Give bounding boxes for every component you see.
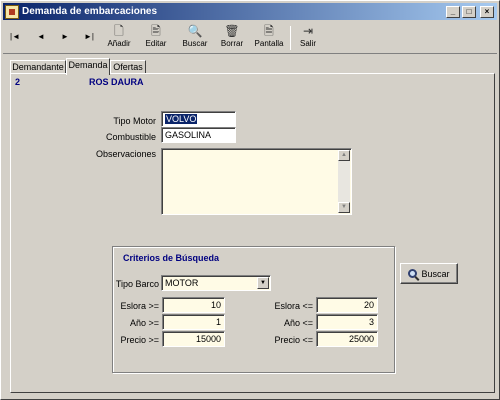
- combustible-label: Combustible: [105, 132, 156, 142]
- add-button[interactable]: 🗋 Añadir: [99, 24, 139, 52]
- previous-record-button[interactable]: ◄: [35, 31, 47, 43]
- main-window: Demanda de embarcaciones _ □ × |◄ ◄ ► ►|…: [0, 0, 500, 400]
- eslora-max-input[interactable]: 20: [316, 297, 378, 313]
- edit-button[interactable]: 🖹 Editar: [136, 24, 176, 52]
- search-button[interactable]: Buscar: [400, 263, 458, 284]
- tipo-barco-select[interactable]: MOTOR ▼: [161, 275, 271, 291]
- search-toolbar-button[interactable]: 🔍 Buscar: [175, 24, 215, 52]
- search-button-label: Buscar: [421, 268, 450, 279]
- exit-button-label: Salir: [299, 39, 316, 48]
- anio-min-label: Año >=: [129, 318, 159, 328]
- next-record-button[interactable]: ►: [59, 31, 71, 43]
- scroll-down-icon[interactable]: ▼: [338, 202, 350, 213]
- chevron-down-icon[interactable]: ▼: [257, 277, 269, 289]
- first-record-button[interactable]: |◄: [9, 31, 21, 43]
- screen-button-label: Pantalla: [254, 39, 284, 48]
- edit-button-label: Editar: [145, 39, 167, 48]
- print-preview-icon: 🗎: [264, 24, 274, 38]
- anio-max-label: Año <=: [283, 318, 313, 328]
- tab-panel-demanda: 2 ROS DAURA Tipo Motor VOLVO Combustible…: [10, 73, 495, 393]
- exit-button[interactable]: ⇥ Salir: [288, 24, 328, 52]
- last-record-button[interactable]: ►|: [83, 31, 95, 43]
- search-icon: [408, 269, 418, 278]
- tipo-motor-value: VOLVO: [163, 113, 199, 125]
- trash-icon: 🗑: [224, 24, 240, 38]
- client-name: ROS DAURA: [89, 77, 144, 87]
- title-bar: Demanda de embarcaciones _ □ ×: [3, 3, 497, 20]
- scroll-up-icon[interactable]: ▲: [338, 150, 350, 161]
- tab-ofertas[interactable]: Ofertas: [110, 60, 146, 74]
- delete-button-label: Borrar: [220, 39, 244, 48]
- anio-min-input[interactable]: 1: [162, 314, 225, 330]
- observaciones-scrollbar[interactable]: ▲ ▼: [338, 150, 350, 213]
- tipo-barco-value: MOTOR: [165, 278, 199, 288]
- observaciones-textarea[interactable]: ▲ ▼: [161, 148, 352, 215]
- search-button-label: Buscar: [182, 39, 208, 48]
- delete-button[interactable]: 🗑 Borrar: [212, 24, 252, 52]
- precio-max-label: Precio <=: [274, 335, 313, 345]
- tab-demanda[interactable]: Demanda: [66, 58, 110, 75]
- minimize-button[interactable]: _: [446, 5, 460, 18]
- criteria-group: Criterios de Búsqueda Tipo Barco MOTOR ▼…: [112, 246, 395, 373]
- eslora-max-label: Eslora <=: [274, 301, 313, 311]
- precio-min-input[interactable]: 15000: [162, 331, 225, 347]
- tipo-motor-input[interactable]: VOLVO: [161, 111, 236, 127]
- tipo-motor-label: Tipo Motor: [113, 116, 156, 126]
- search-icon: 🔍: [187, 24, 203, 38]
- precio-min-label: Precio >=: [120, 335, 159, 345]
- exit-door-icon: ⇥: [302, 24, 314, 38]
- criteria-title: Criterios de Búsqueda: [123, 253, 220, 263]
- combustible-input[interactable]: GASOLINA: [161, 127, 236, 143]
- client-code: 2: [15, 77, 21, 87]
- screen-button[interactable]: 🗎 Pantalla: [249, 24, 289, 52]
- eslora-min-label: Eslora >=: [120, 301, 159, 311]
- tab-demandante[interactable]: Demandante: [10, 60, 66, 74]
- precio-max-input[interactable]: 25000: [316, 331, 378, 347]
- edit-document-icon: 🖹: [151, 24, 161, 38]
- window-title: Demanda de embarcaciones: [22, 6, 158, 17]
- close-button[interactable]: ×: [480, 5, 494, 18]
- new-document-icon: 🗋: [114, 24, 124, 38]
- toolbar: |◄ ◄ ► ►| 🗋 Añadir 🖹 Editar 🔍 Buscar 🗑 B…: [3, 22, 497, 54]
- anio-max-input[interactable]: 3: [316, 314, 378, 330]
- observaciones-label: Observaciones: [95, 149, 156, 159]
- app-icon: [5, 4, 19, 19]
- add-button-label: Añadir: [107, 39, 131, 48]
- maximize-button[interactable]: □: [462, 5, 476, 18]
- eslora-min-input[interactable]: 10: [162, 297, 225, 313]
- tipo-barco-label: Tipo Barco: [115, 279, 159, 289]
